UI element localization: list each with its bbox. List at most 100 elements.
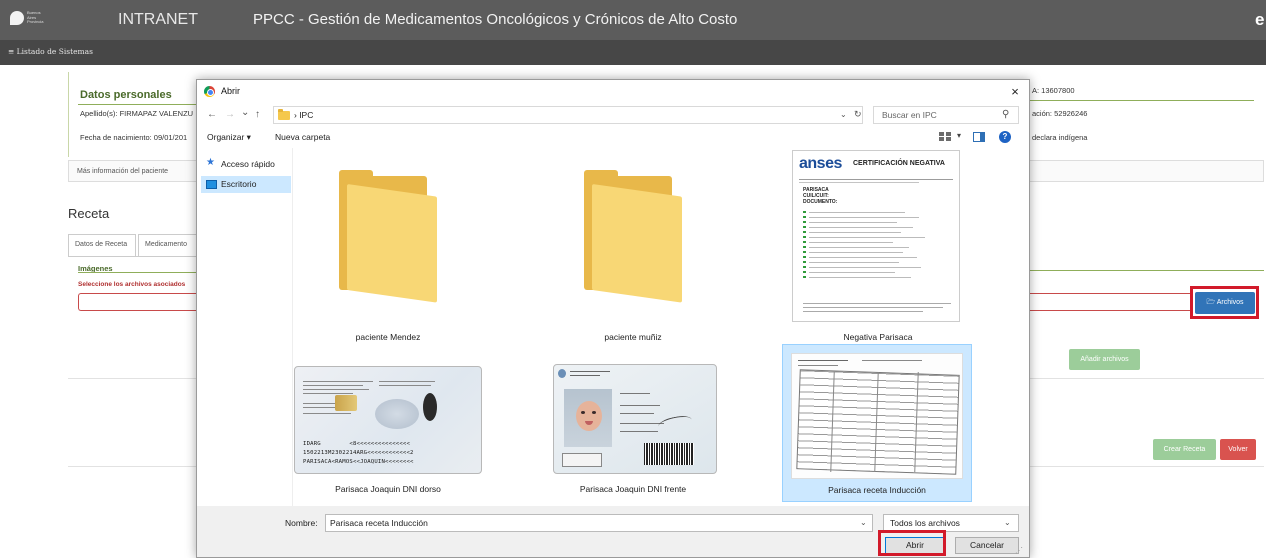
document-thumbnail: anses CERTIFICACIÓN NEGATIVA PARISACA CU… (792, 150, 960, 322)
top-bar: Buenos Aires Provincia INTRANET PPCC - G… (0, 0, 1266, 40)
divider (1030, 466, 1264, 467)
patient-surname: Apellido(s): FIRMAPAZ VALENZU (80, 109, 194, 118)
divider (68, 466, 198, 467)
receta-title: Receta (68, 206, 110, 221)
logo-text: Buenos Aires Provincia (27, 10, 44, 24)
chevron-down-icon[interactable]: ▾ (957, 131, 961, 140)
command-bar: Organizar ▾ Nueva carpeta ▾ ? (197, 126, 1029, 148)
patient-field-right-2: ación: 52926246 (1032, 109, 1088, 118)
personal-data-title: Datos personales (80, 89, 172, 101)
divider (1020, 270, 1264, 271)
dialog-titlebar[interactable]: Abrir × (197, 80, 1029, 104)
more-info-label: Más información del paciente (77, 168, 169, 175)
volver-button[interactable]: Volver (1220, 439, 1256, 460)
tab-medicamento[interactable]: Medicamento (138, 234, 200, 256)
filename-value: Parisaca receta Inducción (330, 518, 428, 528)
chevron-down-icon: ⌄ (1004, 518, 1011, 527)
patient-field-right-1: A: 13607800 (1032, 86, 1075, 95)
anses-logo: anses (799, 155, 842, 172)
file-name: Parisaca receta Inducción (828, 485, 926, 495)
add-files-button[interactable]: Añadir archivos (1069, 349, 1140, 370)
mrz-line: 1502213M2302214ARG<<<<<<<<<<<<2 (303, 450, 414, 456)
file-name: Parisaca Joaquin DNI dorso (335, 484, 441, 494)
divider (1028, 100, 1254, 101)
chevron-down-icon[interactable]: ⌄ (840, 110, 847, 119)
file-item[interactable]: paciente muñiz (539, 148, 727, 342)
sidebar-item-quick-access[interactable]: ★ Acceso rápido (201, 156, 291, 173)
navigation-row: ← → ⌄ ↑ › IPC ⌄ ↻ Buscar en IPC ⚲ (197, 104, 1029, 126)
search-icon: ⚲ (1002, 109, 1010, 120)
organize-menu[interactable]: Organizar ▾ (207, 132, 251, 143)
divider (78, 104, 198, 105)
sidebar-item-label: Escritorio (221, 179, 257, 189)
files-input-end[interactable] (1020, 293, 1192, 311)
view-options-icon[interactable] (939, 132, 951, 141)
patient-field-right-3: declara indígena (1032, 133, 1088, 142)
logo-mark-icon (10, 11, 24, 25)
back-arrow-icon[interactable]: ← (207, 109, 217, 120)
open-file-dialog: Abrir × ← → ⌄ ↑ › IPC ⌄ ↻ Buscar en IPC … (196, 79, 1030, 558)
systems-list-link[interactable]: ≡ Listado de Sistemas (8, 47, 93, 56)
filename-label: Nombre: (285, 518, 318, 528)
desktop-icon (206, 180, 217, 189)
sidebar-item-label: Acceso rápido (221, 159, 275, 169)
folder-icon (339, 170, 449, 303)
file-item[interactable]: Parisaca Joaquin DNI frente (539, 346, 727, 502)
id-card-front-thumbnail (553, 364, 717, 474)
filename-input[interactable]: Parisaca receta Inducción ⌄ (325, 514, 873, 532)
divider (78, 272, 198, 273)
file-name: Negativa Parisaca (843, 332, 913, 342)
scan-thumbnail (791, 353, 963, 479)
tab-datos-receta[interactable]: Datos de Receta (68, 234, 136, 256)
forward-arrow-icon[interactable]: → (225, 109, 235, 120)
star-icon: ★ (206, 157, 215, 168)
app-name: INTRANET (118, 11, 198, 28)
help-icon[interactable]: ? (999, 131, 1011, 143)
chrome-icon (204, 86, 215, 97)
file-item[interactable]: IDARG <8<<<<<<<<<<<<<<< 1502213M2302214A… (294, 346, 482, 502)
new-folder-button[interactable]: Nueva carpeta (275, 132, 330, 142)
id-card-back-thumbnail: IDARG <8<<<<<<<<<<<<<<< 1502213M2302214A… (294, 366, 482, 474)
create-receta-button[interactable]: Crear Receta (1153, 439, 1216, 460)
address-bar[interactable]: › IPC ⌄ ↻ (273, 106, 863, 124)
systems-bar: ≡ Listado de Sistemas (0, 40, 1266, 65)
dialog-title: Abrir (221, 86, 241, 96)
highlight-archivos (1190, 286, 1259, 319)
refresh-icon[interactable]: ↻ (854, 109, 862, 120)
folder-icon (584, 170, 694, 303)
search-input[interactable]: Buscar en IPC ⚲ (873, 106, 1019, 124)
search-placeholder: Buscar en IPC (882, 110, 937, 120)
file-name: paciente Mendez (355, 332, 421, 342)
select-files-label: Seleccione los archivos asociados (78, 281, 186, 288)
divider (1030, 378, 1264, 379)
mrz-line: IDARG <8<<<<<<<<<<<<<<< (303, 441, 411, 447)
highlight-abrir (878, 530, 946, 556)
divider (68, 378, 198, 379)
cancel-button[interactable]: Cancelar (955, 537, 1019, 554)
file-item[interactable]: paciente Mendez (294, 148, 482, 342)
app-title: PPCC - Gestión de Medicamentos Oncológic… (253, 11, 738, 28)
file-item-selected[interactable]: Parisaca receta Inducción (782, 344, 972, 502)
file-item[interactable]: anses CERTIFICACIÓN NEGATIVA PARISACA CU… (784, 148, 972, 342)
file-type-value: Todos los archivos (890, 518, 960, 528)
resize-grip-icon[interactable]: ⋰ (1015, 546, 1023, 555)
mrz-line: PARISACA<RAMOS<<JOAQUIN<<<<<<<< (303, 459, 414, 465)
close-icon[interactable]: × (1007, 84, 1023, 100)
sidebar-item-desktop[interactable]: Escritorio (201, 176, 291, 193)
file-name: paciente muñiz (604, 332, 662, 342)
address-path: › IPC (294, 110, 314, 120)
up-arrow-icon[interactable]: ↑ (255, 109, 260, 120)
buenos-aires-logo: Buenos Aires Provincia (10, 10, 44, 29)
tabs-divider (68, 256, 200, 257)
user-menu[interactable]: e (1255, 10, 1264, 30)
anses-heading: CERTIFICACIÓN NEGATIVA (853, 160, 945, 167)
anses-field: DOCUMENTO: (803, 199, 838, 205)
file-view: paciente Mendez paciente muñiz anses CER… (294, 148, 1029, 506)
chevron-down-icon[interactable]: ⌄ (860, 518, 867, 527)
preview-pane-icon[interactable] (973, 132, 985, 142)
recent-locations-icon[interactable]: ⌄ (241, 107, 249, 118)
files-input[interactable] (78, 293, 202, 311)
folder-icon (278, 109, 290, 120)
file-name: Parisaca Joaquin DNI frente (579, 484, 687, 494)
patient-birthdate: Fecha de nacimiento: 09/01/201 (80, 133, 188, 142)
